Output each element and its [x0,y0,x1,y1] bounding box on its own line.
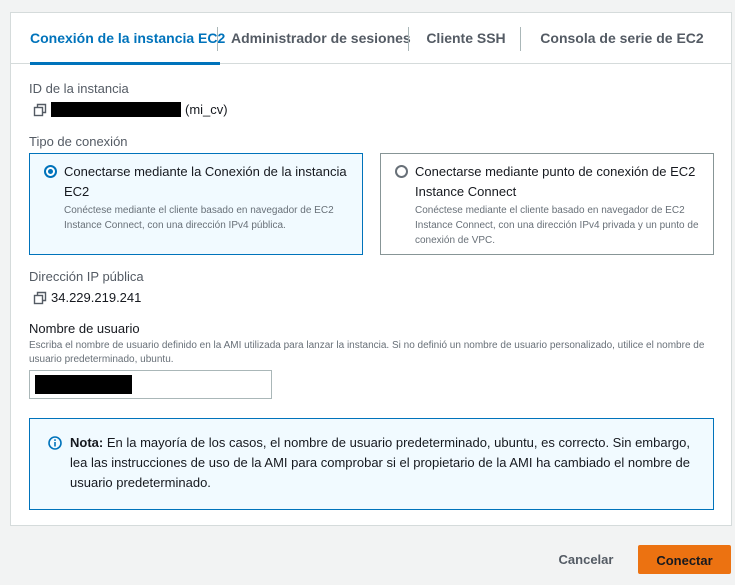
connection-type-label: Tipo de conexión [29,134,128,149]
radio-unselected-icon[interactable] [395,165,408,178]
copy-icon[interactable] [33,291,47,305]
public-ip-row: 34.229.219.241 [33,290,141,305]
alert-body: En la mayoría de los casos, el nombre de… [70,435,691,490]
alert-prefix: Nota: [70,435,104,450]
cancel-button[interactable]: Cancelar [548,545,624,574]
alert-message: Nota: En la mayoría de los casos, el nom… [70,433,700,493]
tab-bar: Conexión de la instancia EC2 Administrad… [11,13,731,65]
instance-name: (mi_cv) [185,102,228,117]
redacted-username [35,375,132,394]
instance-id-label: ID de la instancia [29,81,129,96]
public-ip-value: 34.229.219.241 [51,290,142,305]
connect-panel: Conexión de la instancia EC2 Administrad… [10,12,732,526]
tab-session-manager[interactable]: Administrador de sesiones [231,13,411,64]
connect-button[interactable]: Conectar [638,545,731,574]
option-title: Conectarse mediante punto de conexión de… [415,164,696,199]
copy-icon[interactable] [33,103,47,117]
tab-ssh-client[interactable]: Cliente SSH [423,13,509,64]
username-label: Nombre de usuario [29,321,140,336]
info-icon [48,436,62,450]
radio-selected-icon[interactable] [44,165,57,178]
username-input[interactable] [29,370,272,399]
tab-ec2-instance-connect[interactable]: Conexión de la instancia EC2 [30,13,225,65]
option-ec2-instance-connect[interactable]: Conectarse mediante la Conexión de la in… [29,153,363,255]
redacted-instance-id [51,102,181,117]
tab-serial-console[interactable]: Consola de serie de EC2 [533,13,711,64]
option-description: Conéctese mediante el cliente basado en … [64,205,334,231]
option-title: Conectarse mediante la Conexión de la in… [64,164,347,199]
option-description: Conéctese mediante el cliente basado en … [415,205,699,246]
tab-divider [408,27,409,51]
info-alert: Nota: En la mayoría de los casos, el nom… [29,418,714,510]
tab-divider [217,27,218,51]
instance-id-row: (mi_cv) [33,102,228,117]
tab-divider [520,27,521,51]
username-hint: Escriba el nombre de usuario definido en… [29,340,705,365]
option-ec2-endpoint[interactable]: Conectarse mediante punto de conexión de… [380,153,714,255]
public-ip-label: Dirección IP pública [29,269,144,284]
